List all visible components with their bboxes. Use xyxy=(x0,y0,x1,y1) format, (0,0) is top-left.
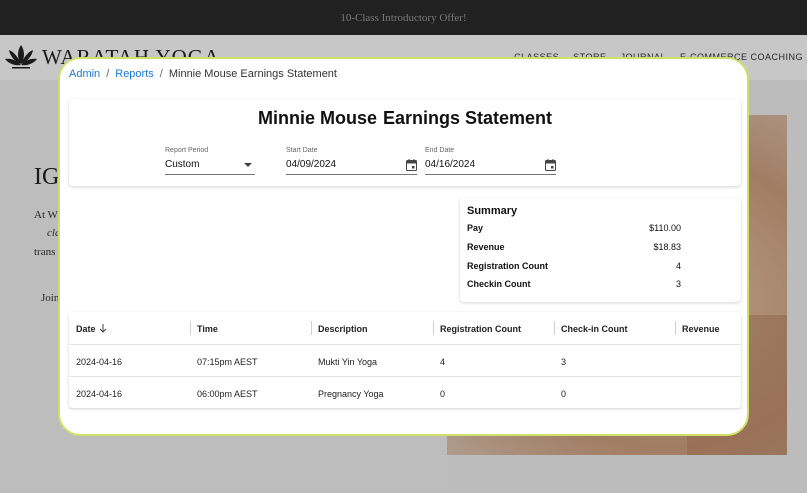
breadcrumb-separator: / xyxy=(159,68,163,80)
cell-date: 2024-04-16 xyxy=(76,357,123,367)
report-period-label: Report Period xyxy=(165,147,209,154)
start-date-value: 04/09/2024 xyxy=(286,159,337,170)
sort-arrow-down-icon[interactable] xyxy=(99,324,107,333)
end-date-value: 04/16/2024 xyxy=(425,159,476,170)
column-divider[interactable] xyxy=(433,321,434,335)
cell-description: Pregnancy Yoga xyxy=(318,389,384,399)
cell-checkin-count: 0 xyxy=(561,389,567,399)
column-divider[interactable] xyxy=(675,321,676,335)
summary-title: Summary xyxy=(467,205,518,217)
summary-value: $18.83 xyxy=(653,242,681,252)
instructor-name: Minnie Mouse xyxy=(257,108,377,128)
summary-label: Revenue xyxy=(467,242,505,252)
cell-registration-count: 0 xyxy=(440,389,446,399)
report-period-value: Custom xyxy=(165,159,200,170)
breadcrumb-separator: / xyxy=(106,68,110,80)
summary-row-checkin-count: Checkin Count 3 xyxy=(467,279,681,289)
column-header-time[interactable]: Time xyxy=(197,324,218,334)
breadcrumb-reports[interactable]: Reports xyxy=(115,68,154,80)
summary-row-registration-count: Registration Count 4 xyxy=(467,261,681,271)
summary-card: Summary Pay $110.00 Revenue $18.83 Regis… xyxy=(460,198,741,302)
report-title: Earnings Statement xyxy=(382,108,553,128)
cell-time: 06:00pm AEST xyxy=(197,389,258,399)
breadcrumb: Admin / Reports / Minnie Mouse Earnings … xyxy=(69,68,337,80)
summary-row-pay: Pay $110.00 xyxy=(467,223,681,233)
cell-date: 2024-04-16 xyxy=(76,389,123,399)
calendar-icon[interactable] xyxy=(406,159,417,171)
column-header-description[interactable]: Description xyxy=(318,324,368,334)
cell-checkin-count: 3 xyxy=(561,357,567,367)
report-period-select[interactable]: Report Period Custom xyxy=(165,147,255,175)
summary-value: 4 xyxy=(675,261,681,271)
earnings-statement-modal: Admin / Reports / Minnie Mouse Earnings … xyxy=(58,57,749,436)
end-date-field[interactable]: End Date 04/16/2024 xyxy=(425,147,556,175)
column-divider[interactable] xyxy=(190,321,191,335)
calendar-icon[interactable] xyxy=(545,159,556,171)
start-date-label: Start Date xyxy=(286,147,318,154)
caret-down-icon xyxy=(244,163,252,167)
classes-table: Date Time Description Registration Count… xyxy=(69,312,741,409)
summary-label: Checkin Count xyxy=(467,279,531,289)
summary-label: Pay xyxy=(467,223,484,233)
table-row[interactable]: 2024-04-16 07:15pm AEST Mukti Yin Yoga 4… xyxy=(69,345,741,377)
summary-label: Registration Count xyxy=(467,261,548,271)
summary-row-revenue: Revenue $18.83 xyxy=(467,242,681,252)
table-header: Date Time Description Registration Count… xyxy=(69,312,741,345)
page-title: Minnie Mouse Earnings Statement xyxy=(69,108,741,129)
cell-description: Mukti Yin Yoga xyxy=(318,357,378,367)
column-header-registration-count[interactable]: Registration Count xyxy=(440,324,521,334)
column-header-checkin-count[interactable]: Check-in Count xyxy=(561,324,628,334)
breadcrumb-admin[interactable]: Admin xyxy=(69,68,100,80)
breadcrumb-current: Minnie Mouse Earnings Statement xyxy=(168,68,337,80)
column-header-revenue[interactable]: Revenue xyxy=(682,324,720,334)
report-header-card: Minnie Mouse Earnings Statement Report Pe… xyxy=(69,99,741,186)
start-date-field[interactable]: Start Date 04/09/2024 xyxy=(286,147,417,175)
column-divider[interactable] xyxy=(554,321,555,335)
cell-registration-count: 4 xyxy=(440,357,446,367)
column-divider[interactable] xyxy=(311,321,312,335)
table-row[interactable]: 2024-04-16 06:00pm AEST Pregnancy Yoga 0… xyxy=(69,377,741,409)
cell-time: 07:15pm AEST xyxy=(197,357,258,367)
column-header-date[interactable]: Date xyxy=(76,324,107,334)
summary-value: 3 xyxy=(675,279,681,289)
end-date-label: End Date xyxy=(425,147,455,154)
summary-value: $110.00 xyxy=(649,223,681,233)
